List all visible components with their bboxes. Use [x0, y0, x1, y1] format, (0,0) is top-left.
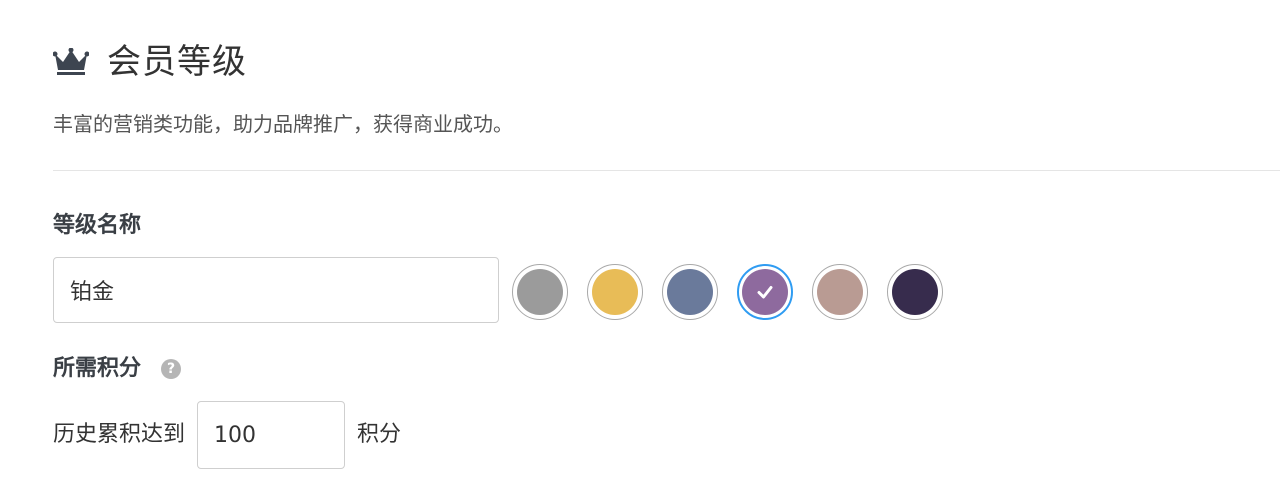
color-swatch-gray[interactable]: [512, 264, 568, 320]
color-swatch-fill: [817, 269, 863, 315]
color-swatch-fill: [517, 269, 563, 315]
points-suffix: 积分: [357, 422, 402, 447]
color-swatch-dark-indigo[interactable]: [887, 264, 943, 320]
page-header: 会员等级: [53, 40, 247, 84]
color-swatch-slate-blue[interactable]: [662, 264, 718, 320]
page-subtitle: 丰富的营销类功能，助力品牌推广，获得商业成功。: [53, 112, 513, 136]
member-level-page: 会员等级 丰富的营销类功能，助力品牌推广，获得商业成功。 等级名称 所需积分 ?…: [0, 0, 1280, 480]
color-swatch-fill: [742, 269, 788, 315]
color-swatch-purple[interactable]: [737, 264, 793, 320]
page-title: 会员等级: [107, 42, 247, 82]
color-swatch-fill: [892, 269, 938, 315]
question-circle-icon[interactable]: ?: [161, 359, 182, 379]
color-swatch-gold[interactable]: [587, 264, 643, 320]
required-points-label: 所需积分 ?: [53, 353, 182, 385]
points-row: 历史累积达到 积分: [53, 401, 401, 469]
points-prefix: 历史累积达到: [53, 422, 186, 447]
required-points-label-text: 所需积分: [53, 356, 142, 381]
color-swatch-fill: [667, 269, 713, 315]
divider: [53, 170, 1280, 171]
color-swatch-rose-taupe[interactable]: [812, 264, 868, 320]
color-swatch-fill: [592, 269, 638, 315]
level-name-label: 等级名称: [53, 213, 142, 238]
check-icon: [757, 286, 773, 299]
color-swatch-group: [512, 264, 962, 320]
points-input[interactable]: [197, 401, 346, 469]
level-name-input[interactable]: [53, 257, 499, 323]
crown-icon: [53, 48, 89, 75]
